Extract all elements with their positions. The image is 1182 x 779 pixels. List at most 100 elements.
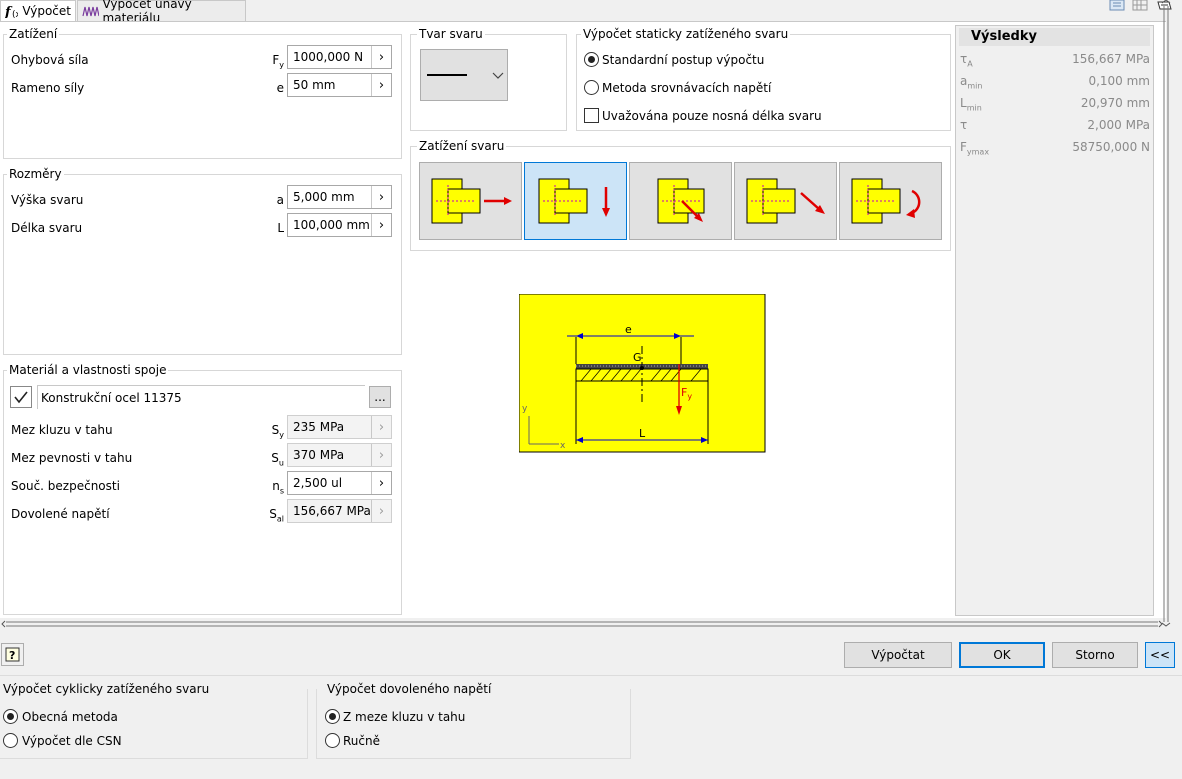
vyska-svaru-value[interactable]: 5,000 mm <box>288 186 371 208</box>
dim-e-label: e <box>625 323 632 336</box>
material-check-icon[interactable] <box>10 386 32 408</box>
ok-button[interactable]: OK <box>959 642 1045 668</box>
dim-l-label: L <box>639 427 646 440</box>
fatigue-chart-icon <box>82 6 99 17</box>
rameno-sily-input[interactable]: 50 mm › <box>287 73 392 97</box>
vyska-svaru-label: Výška svaru <box>11 193 84 207</box>
load-tile-axial-force[interactable] <box>419 162 522 240</box>
chevron-right-icon[interactable]: › <box>371 74 391 96</box>
chevron-right-icon[interactable]: › <box>371 186 391 208</box>
tab-vypocet[interactable]: f(x) Výpočet <box>0 0 76 21</box>
rameno-sily-symbol: e <box>276 81 284 95</box>
zatizeni-title: Zatížení <box>7 27 60 41</box>
material-title: Materiál a vlastnosti spoje <box>7 363 169 377</box>
z-meze-kluzu-label[interactable]: Z meze kluzu v tahu <box>343 710 465 724</box>
chevron-right-icon[interactable]: › <box>371 214 391 236</box>
mez-pevnosti-input: 370 MPa › <box>287 443 392 467</box>
result-fy-max: Fymax 58750,000 N <box>960 140 1150 157</box>
weld-diagram: e L G Fy x y <box>518 293 767 454</box>
nosna-delka-checkbox[interactable] <box>584 108 599 123</box>
metoda-srovnavacich-label[interactable]: Metoda srovnávacích napětí <box>602 81 771 95</box>
mez-pevnosti-symbol: Su <box>271 451 284 468</box>
vertical-splitter[interactable] <box>1160 0 1172 630</box>
load-tile-torque[interactable] <box>839 162 942 240</box>
dovolene-group <box>316 689 631 759</box>
obecna-metoda-label[interactable]: Obecná metoda <box>22 710 118 724</box>
chevron-right-icon[interactable]: › <box>371 472 391 494</box>
chevron-right-icon[interactable]: › <box>371 46 391 68</box>
svg-text:?: ? <box>9 649 15 662</box>
axis-x-label: x <box>560 441 566 451</box>
weld-bending-force-icon <box>538 178 610 224</box>
toolbar-table-icon[interactable] <box>1131 0 1151 11</box>
vyska-svaru-input[interactable]: 5,000 mm › <box>287 185 392 209</box>
zatizeni-svaru-title: Zatížení svaru <box>417 139 507 153</box>
toolbar-notes-icon[interactable] <box>1108 0 1128 11</box>
results-title: Výsledky <box>971 29 1037 44</box>
standardni-postup-radio[interactable] <box>584 52 599 67</box>
delka-svaru-label: Délka svaru <box>11 221 83 235</box>
rozmery-title: Rozměry <box>7 167 64 181</box>
souc-bezpecnosti-input[interactable]: 2,500 ul › <box>287 471 392 495</box>
z-meze-kluzu-radio[interactable] <box>325 709 340 724</box>
fx-icon: f(x) <box>5 5 18 18</box>
chevron-right-icon: › <box>371 444 391 466</box>
souc-bezpecnosti-symbol: ns <box>272 479 284 496</box>
load-tile-oblique-force[interactable] <box>629 162 732 240</box>
obecna-metoda-radio[interactable] <box>3 709 18 724</box>
weld-shape-dropdown[interactable] <box>420 49 508 101</box>
mez-kluzu-label: Mez kluzu v tahu <box>11 423 113 437</box>
rucne-label[interactable]: Ručně <box>343 734 380 748</box>
collapse-button[interactable]: << <box>1145 642 1175 668</box>
nosna-delka-label[interactable]: Uvažována pouze nosná délka svaru <box>602 109 822 123</box>
ohybova-sila-symbol: Fy <box>272 53 284 70</box>
weld-oblique-force-icon <box>657 178 705 224</box>
result-tau-a: τA 156,667 MPa <box>960 52 1150 69</box>
mez-pevnosti-label: Mez pevnosti v tahu <box>11 451 133 465</box>
dovolene-title: Výpočet dovoleného napětí <box>325 682 494 696</box>
tvar-svaru-title: Tvar svaru <box>417 27 485 41</box>
rameno-sily-label: Rameno síly <box>11 81 85 95</box>
metoda-srovnavacich-radio[interactable] <box>584 80 599 95</box>
bottom-separator <box>0 675 1182 676</box>
weld-torque-icon <box>851 178 921 224</box>
dovolene-napeti-symbol: Sal <box>269 507 284 524</box>
result-a-min: amin 0,100 mm <box>960 74 1150 91</box>
help-button[interactable]: ? <box>1 643 24 666</box>
svg-text:(x): (x) <box>12 10 18 18</box>
load-tile-general-force[interactable] <box>734 162 837 240</box>
tab-vypocet-label: Výpočet <box>22 4 71 18</box>
dovolene-napeti-input: 156,667 MPa › <box>287 499 392 523</box>
delka-svaru-value[interactable]: 100,000 mm <box>288 214 371 236</box>
material-name: Konstrukční ocel 11375 <box>41 391 182 405</box>
standardni-postup-label[interactable]: Standardní postup výpočtu <box>602 53 764 67</box>
delka-svaru-input[interactable]: 100,000 mm › <box>287 213 392 237</box>
cyklicky-group <box>0 689 308 759</box>
weld-general-force-icon <box>746 178 825 224</box>
cancel-button[interactable]: Storno <box>1052 642 1138 668</box>
result-tau: τ 2,000 MPa <box>960 118 1150 132</box>
weld-axial-force-icon <box>431 178 512 224</box>
vypocet-csn-radio[interactable] <box>3 733 18 748</box>
rucne-radio[interactable] <box>325 733 340 748</box>
delka-svaru-symbol: L <box>277 221 284 235</box>
horizontal-splitter[interactable] <box>0 618 1166 630</box>
cyklicky-title: Výpočet cyklicky zatíženého svaru <box>3 682 213 696</box>
staticky-title: Výpočet staticky zatíženého svaru <box>581 27 791 41</box>
tab-vypocet-unavy[interactable]: Výpočet únavy materiálu <box>77 0 246 25</box>
mez-kluzu-input: 235 MPa › <box>287 415 392 439</box>
vypocet-csn-label[interactable]: Výpočet dle CSN <box>22 734 122 748</box>
chevron-down-icon <box>492 72 504 79</box>
dovolene-napeti-label: Dovolené napětí <box>11 507 110 521</box>
calculate-button[interactable]: Výpočtat <box>844 642 952 668</box>
ohybova-sila-input[interactable]: 1000,000 N › <box>287 45 392 69</box>
ohybova-sila-value[interactable]: 1000,000 N <box>288 46 371 68</box>
chevron-right-icon: › <box>371 500 391 522</box>
load-tile-bending-force[interactable] <box>524 162 627 240</box>
ohybova-sila-label: Ohybová síla <box>11 53 89 67</box>
souc-bezpecnosti-value[interactable]: 2,500 ul <box>288 472 371 494</box>
rameno-sily-value[interactable]: 50 mm <box>288 74 371 96</box>
centroid-label: G <box>633 351 642 364</box>
material-browse-button[interactable]: ... <box>369 386 391 408</box>
axis-y-label: y <box>522 404 528 414</box>
